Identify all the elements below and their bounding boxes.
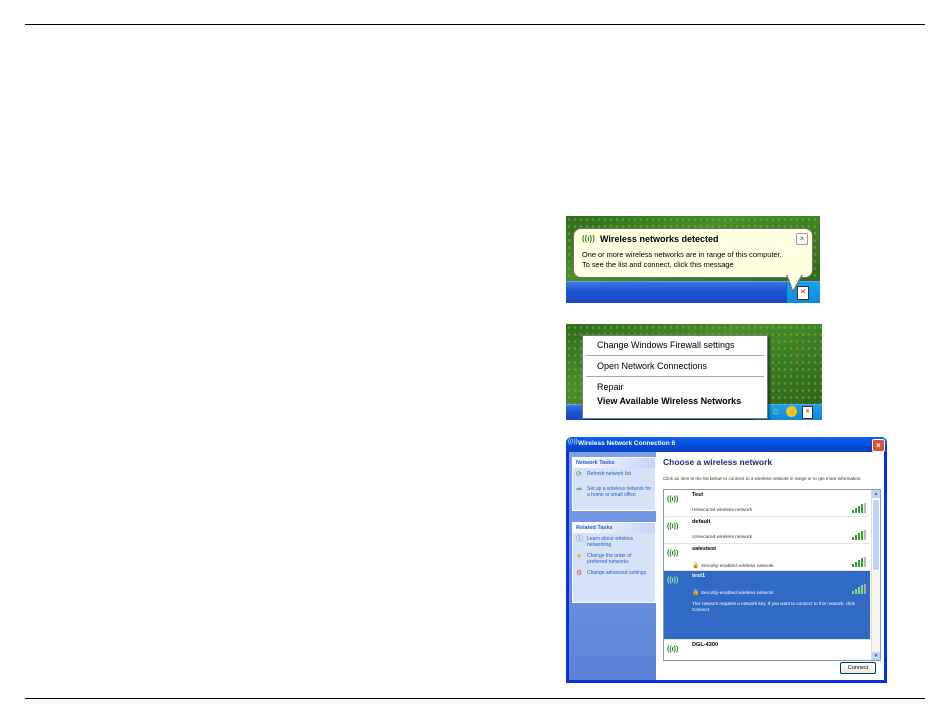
refresh-network-list-link[interactable]: ⟳ Refresh network list <box>573 468 655 479</box>
antenna-icon: ((ı)) <box>667 550 679 557</box>
security-shield-icon[interactable] <box>786 406 797 417</box>
dialog-titlebar[interactable]: ((ı)) Wireless Network Connection 6 × <box>566 437 887 452</box>
balloon-tail-fill <box>787 274 802 290</box>
related-tasks-header: Related Tasks <box>573 523 655 533</box>
network-status: 🔒 Security-enabled wireless network <box>692 562 774 569</box>
network-tray-icon[interactable]: ✕ <box>802 406 813 419</box>
menu-item-view-wireless-networks[interactable]: View Available Wireless Networks <box>597 396 741 406</box>
balloon-message[interactable]: One or more wireless networks are in ran… <box>582 250 810 269</box>
setup-wireless-network-link[interactable]: ⇒ Set up a wireless network for a home o… <box>573 483 655 500</box>
taskbar: ✕ <box>566 281 820 303</box>
top-rule <box>25 24 925 25</box>
scroll-up-arrow-icon[interactable]: ▲ <box>872 490 880 498</box>
context-menu-screenshot: ✕ ⌂ ✕ Change Windows Firewall settings O… <box>566 324 822 420</box>
network-name: salestest <box>692 546 716 552</box>
settings-icon: ⚙ <box>576 570 583 577</box>
dialog-title: Wireless Network Connection 6 <box>578 440 676 447</box>
network-status: 🔒 Security-enabled wireless network <box>692 589 774 596</box>
menu-item-firewall-settings[interactable]: Change Windows Firewall settings <box>597 340 735 350</box>
wireless-signal-icon: ((ı)) <box>568 439 578 445</box>
balloon-close-button[interactable]: × <box>796 233 808 245</box>
antenna-icon: ((ı)) <box>667 646 679 653</box>
network-status-text: Security-enabled wireless network <box>700 591 774 596</box>
signal-strength-icon <box>852 530 866 540</box>
network-tasks-panel: Network Tasks ⟳ Refresh network list ⇒ S… <box>572 457 656 511</box>
star-icon: ★ <box>576 553 583 560</box>
wireless-signal-icon: ((ı)) <box>582 234 595 243</box>
wireless-network-list: ((ı)) Test Unsecured wireless network ((… <box>663 489 881 661</box>
wireless-setup-icon: ⇒ <box>576 486 582 493</box>
network-status: Unsecured wireless network <box>692 508 752 513</box>
signal-strength-icon <box>852 584 866 594</box>
signal-strength-icon <box>852 503 866 513</box>
bottom-rule <box>25 698 925 699</box>
task-pane: Network Tasks ⟳ Refresh network list ⇒ S… <box>569 452 656 680</box>
change-order-label: Change the order of preferred networks <box>587 553 632 565</box>
balloon-title: Wireless networks detected <box>600 234 719 244</box>
menu-separator <box>586 376 764 377</box>
learn-wireless-link[interactable]: ⓘ Learn about wireless networking <box>573 533 655 550</box>
network-item[interactable]: ((ı)) salestest 🔒 Security-enabled wirel… <box>664 544 870 571</box>
menu-item-open-network-connections[interactable]: Open Network Connections <box>597 361 707 371</box>
learn-wireless-label: Learn about wireless networking <box>587 536 634 548</box>
network-item[interactable]: ((ı)) default Unsecured wireless network <box>664 517 870 544</box>
antenna-icon: ((ı)) <box>667 523 679 530</box>
network-status-text: Security-enabled wireless network <box>700 564 774 569</box>
connect-button[interactable]: Connect <box>840 662 876 674</box>
info-icon: ⓘ <box>576 536 583 543</box>
notification-balloon[interactable]: ((ı)) Wireless networks detected × One o… <box>573 228 813 293</box>
network-item[interactable]: ((ı)) Test Unsecured wireless network <box>664 490 870 517</box>
menu-separator <box>586 355 764 356</box>
menu-item-repair[interactable]: Repair <box>597 382 624 392</box>
network-item-selected[interactable]: ((ı)) test1 🔒 Security-enabled wireless … <box>664 571 870 640</box>
network-name: DGL-4300 <box>692 642 719 648</box>
network-name: Test <box>692 492 704 498</box>
balloon-line-1: One or more wireless networks are in ran… <box>582 250 782 259</box>
network-key-note: This network requires a network key. If … <box>692 601 855 612</box>
change-order-link[interactable]: ★ Change the order of preferred networks <box>573 550 655 567</box>
lock-icon: 🔒 <box>692 563 700 569</box>
balloon-screenshot: ✕ ((ı)) Wireless networks detected × One… <box>566 216 820 303</box>
network-name: test1 <box>692 573 706 579</box>
advanced-settings-label: Change advanced settings <box>587 570 647 576</box>
network-tasks-header: Network Tasks <box>573 458 655 468</box>
network-list-pane: Choose a wireless network Click an item … <box>656 452 884 680</box>
update-icon[interactable]: ⌂ <box>773 406 779 417</box>
signal-strength-icon <box>852 557 866 567</box>
network-item[interactable]: ((ı)) DGL-4300 <box>664 640 870 660</box>
choose-network-description: Click an item in the list below to conne… <box>663 476 862 481</box>
balloon-line-2: To see the list and connect, click this … <box>582 259 734 269</box>
scrollbar-thumb[interactable] <box>872 499 880 571</box>
setup-wireless-network-label: Set up a wireless network for a home or … <box>587 486 652 498</box>
related-tasks-panel: Related Tasks ⓘ Learn about wireless net… <box>572 522 656 603</box>
choose-network-heading: Choose a wireless network <box>663 457 773 467</box>
advanced-settings-link[interactable]: ⚙ Change advanced settings <box>573 567 655 578</box>
lock-icon: 🔒 <box>692 590 700 596</box>
antenna-icon: ((ı)) <box>667 496 679 503</box>
network-name: default <box>692 519 711 525</box>
network-list-scrollbar[interactable]: ▲ ▼ <box>871 490 880 660</box>
refresh-icon: ⟳ <box>576 471 582 478</box>
antenna-icon: ((ı)) <box>667 577 679 584</box>
dialog-close-button[interactable]: × <box>872 439 885 452</box>
refresh-network-list-label: Refresh network list <box>587 471 631 477</box>
network-context-menu: Change Windows Firewall settings Open Ne… <box>582 335 768 419</box>
network-status: Unsecured wireless network <box>692 535 752 540</box>
scroll-down-arrow-icon[interactable]: ▼ <box>872 652 880 660</box>
wireless-dialog-screenshot: ((ı)) Wireless Network Connection 6 × Ne… <box>566 437 887 683</box>
